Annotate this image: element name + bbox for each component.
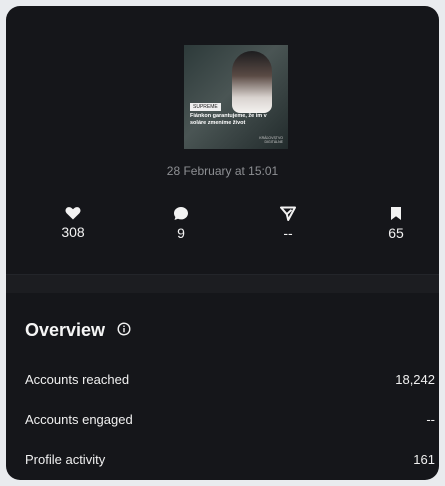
thumbnail-tag: SUPREME [190,103,221,111]
post-thumbnail[interactable]: SUPREME Fiánkon garantujeme, že im v sol… [184,45,288,149]
info-icon[interactable] [117,322,131,336]
thumbnail-credit: KRÁĽOVSTVO DIGITÁLNE [259,136,283,144]
likes-count: 308 [61,224,85,240]
accounts-reached-row[interactable]: Accounts reached 18,242 [25,372,435,390]
saves-stat[interactable]: 65 [366,206,426,241]
comments-stat[interactable]: 9 [151,206,211,241]
shares-count: -- [283,225,293,241]
heart-icon [65,207,81,220]
comment-bubble-icon [174,207,188,220]
thumbnail-person-image [232,51,272,113]
send-arrow-icon [280,206,296,221]
overview-title: Overview [25,320,106,340]
row-label: Profile activity [25,452,106,467]
bookmark-icon [391,207,401,220]
thumbnail-caption: Fiánkon garantujeme, že im v soláre zmen… [190,113,267,126]
shares-stat[interactable]: -- [258,206,318,241]
likes-stat[interactable]: 308 [43,206,103,240]
row-label: Accounts engaged [25,412,133,427]
section-divider [6,274,439,293]
insights-card: SUPREME Fiánkon garantujeme, že im v sol… [6,6,439,480]
overview-heading: Overview [25,320,131,341]
row-value: 161 [413,452,435,467]
accounts-engaged-row[interactable]: Accounts engaged -- [25,412,435,430]
row-value: -- [426,412,435,427]
saves-count: 65 [388,225,404,241]
row-value: 18,242 [395,372,435,387]
row-label: Accounts reached [25,372,130,387]
post-date: 28 February at 15:01 [166,164,279,178]
comments-count: 9 [177,225,185,241]
profile-activity-row[interactable]: Profile activity 161 [25,452,435,470]
